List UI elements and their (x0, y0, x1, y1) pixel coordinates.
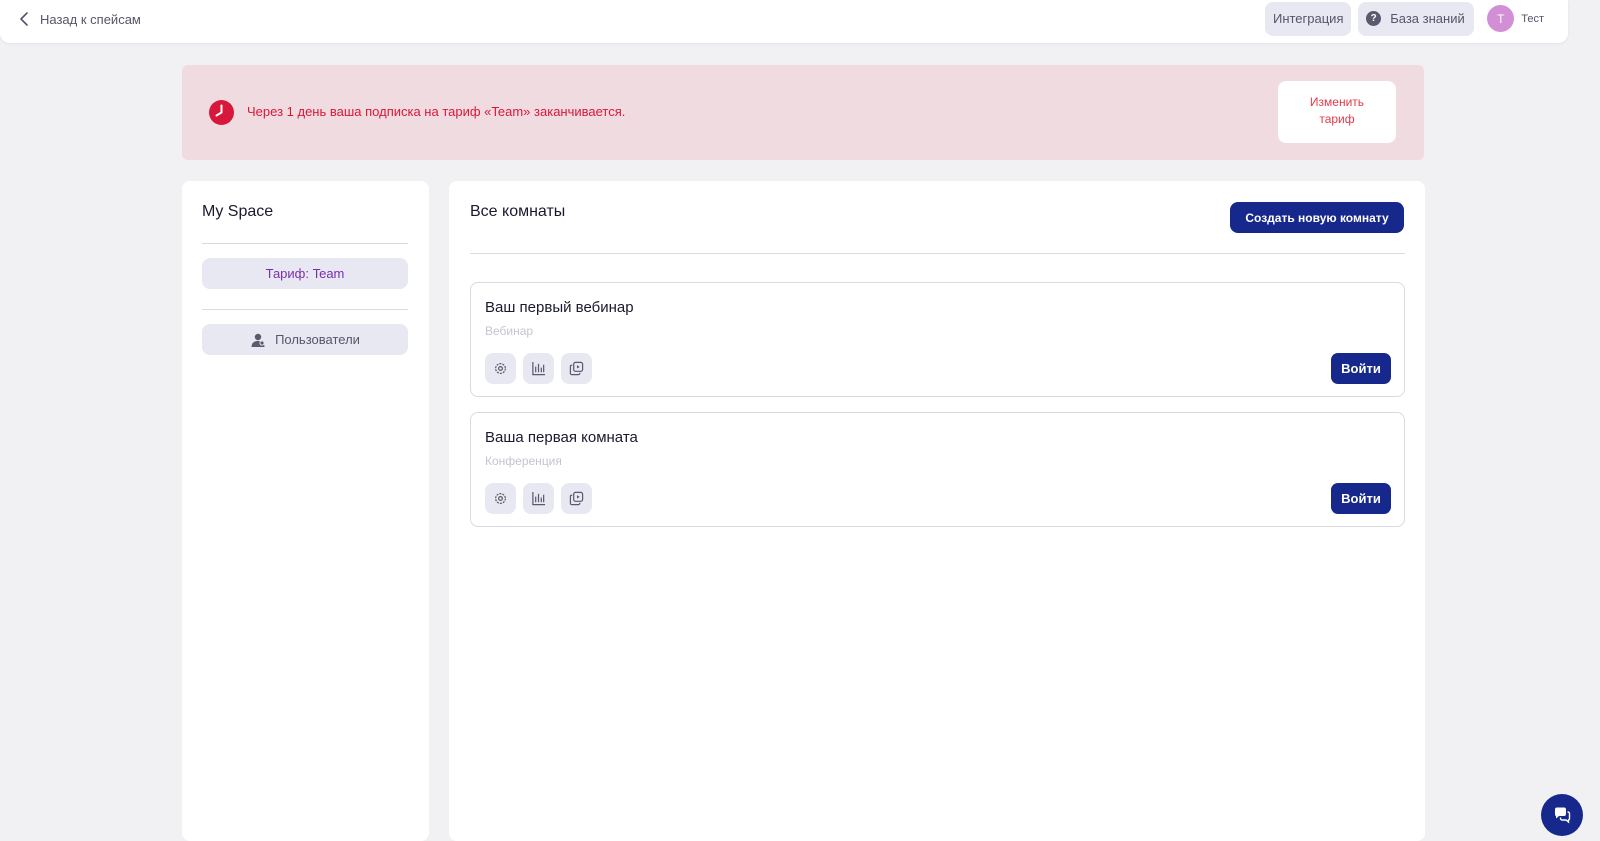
integration-label: Интеграция (1272, 11, 1344, 26)
users-label: Пользователи (275, 332, 360, 347)
tariff-label: Тариф: Team (265, 266, 345, 281)
settings-icon (495, 363, 506, 374)
knowledge-base-label: База знаний (1390, 11, 1465, 26)
tariff-button[interactable]: Тариф: Team (202, 258, 408, 289)
stats-icon (532, 491, 546, 506)
room-card: Ваш первый вебинар Вебинар Войти (470, 282, 1405, 397)
change-plan-button[interactable]: Изменить тариф (1278, 81, 1396, 143)
copy-icon (569, 361, 584, 376)
back-label: Назад к спейсам (40, 11, 141, 27)
subscription-alert: Через 1 день ваша подписка на тариф «Tea… (182, 65, 1424, 160)
room-card: Ваша первая комната Конференция Войти (470, 412, 1405, 527)
chevron-left-icon (20, 12, 28, 26)
divider (202, 243, 408, 244)
enter-label: Войти (1341, 491, 1381, 506)
integration-button[interactable]: Интеграция (1265, 1, 1352, 36)
room-copy-button[interactable] (561, 483, 592, 514)
room-title: Ваш первый вебинар (485, 299, 634, 316)
room-title: Ваша первая комната (485, 429, 638, 446)
enter-room-button[interactable]: Войти (1331, 353, 1391, 384)
knowledge-base-button[interactable]: ? База знаний (1358, 1, 1475, 36)
divider (470, 253, 1405, 254)
room-stats-button[interactable] (523, 483, 554, 514)
top-bar: Назад к спейсам Интеграция ? База знаний… (0, 0, 1568, 43)
back-to-spaces-link[interactable]: Назад к спейсам (18, 9, 141, 29)
alert-text: Через 1 день ваша подписка на тариф «Tea… (247, 104, 626, 119)
enter-room-button[interactable]: Войти (1331, 483, 1391, 514)
space-title: My Space (202, 203, 274, 220)
chat-icon (1554, 807, 1571, 824)
clock-icon (209, 100, 234, 125)
room-type: Конференция (485, 454, 562, 468)
user-icon (251, 333, 265, 347)
create-room-button[interactable]: Создать новую комнату (1230, 202, 1404, 233)
room-type: Вебинар (485, 324, 534, 338)
room-settings-button[interactable] (485, 353, 516, 384)
settings-icon (495, 493, 506, 504)
create-room-label: Создать новую комнату (1245, 210, 1389, 225)
divider (202, 309, 408, 310)
space-sidebar: My Space Тариф: Team Пользователи (182, 181, 429, 841)
enter-label: Войти (1341, 361, 1381, 376)
top-right-controls: Интеграция ? База знаний Т Тест (1265, 1, 1568, 36)
question-icon: ? (1366, 11, 1382, 26)
stats-icon (532, 361, 546, 376)
copy-icon (569, 491, 584, 506)
room-stats-button[interactable] (523, 353, 554, 384)
room-settings-button[interactable] (485, 483, 516, 514)
rooms-panel: Все комнаты Создать новую комнату Ваш пе… (449, 181, 1425, 841)
user-name[interactable]: Тест (1521, 13, 1544, 25)
users-button[interactable]: Пользователи (202, 324, 408, 355)
avatar[interactable]: Т (1487, 5, 1515, 32)
chat-support-button[interactable] (1541, 794, 1583, 836)
page-title: Все комнаты (470, 203, 566, 220)
room-copy-button[interactable] (561, 353, 592, 384)
